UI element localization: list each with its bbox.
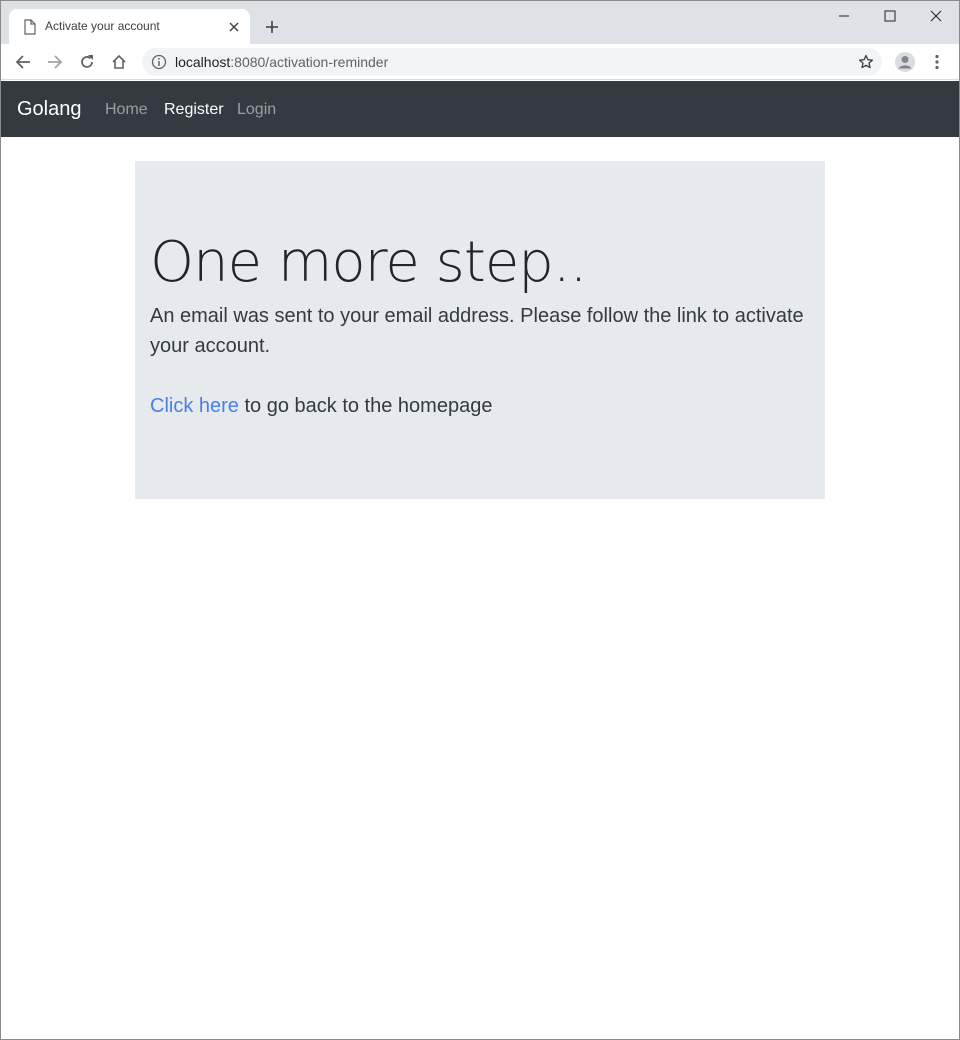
- forward-icon[interactable]: [41, 48, 69, 76]
- browser-toolbar: localhost:8080/activation-reminder: [1, 44, 959, 80]
- site-navbar: Golang Home Register Login: [1, 81, 959, 137]
- site-info-icon[interactable]: [151, 54, 167, 70]
- menu-kebab-icon[interactable]: [923, 48, 951, 76]
- nav-link-home[interactable]: Home: [105, 100, 148, 120]
- tab-strip: Activate your account: [1, 1, 959, 44]
- maximize-icon[interactable]: [867, 1, 913, 31]
- bookmark-star-icon[interactable]: [856, 52, 876, 72]
- page-icon: [23, 19, 37, 35]
- close-tab-icon[interactable]: [226, 19, 242, 35]
- nav-link-login[interactable]: Login: [237, 100, 276, 120]
- navbar-brand[interactable]: Golang: [17, 97, 82, 121]
- browser-tab[interactable]: Activate your account: [9, 9, 250, 44]
- homepage-link[interactable]: Click here: [150, 395, 239, 417]
- new-tab-icon[interactable]: [260, 15, 284, 39]
- nav-link-register[interactable]: Register: [164, 100, 224, 120]
- url-path: :8080/activation-reminder: [230, 54, 389, 70]
- jumbotron: One more step.. An email was sent to you…: [135, 161, 825, 499]
- browser-window: Activate your account localhost:8080/act…: [0, 0, 960, 1040]
- activation-message: An email was sent to your email address.…: [150, 305, 804, 357]
- tab-title: Activate your account: [45, 19, 160, 33]
- homepage-prompt: Click here to go back to the homepage: [150, 391, 815, 421]
- reload-icon[interactable]: [73, 48, 101, 76]
- close-window-icon[interactable]: [913, 1, 959, 31]
- minimize-icon[interactable]: [821, 1, 867, 31]
- url-text[interactable]: localhost:8080/activation-reminder: [175, 54, 388, 70]
- homepage-prompt-text: to go back to the homepage: [238, 395, 493, 417]
- back-icon[interactable]: [9, 48, 37, 76]
- address-bar[interactable]: localhost:8080/activation-reminder: [142, 48, 882, 76]
- window-controls: [821, 1, 959, 31]
- page-heading: One more step..: [150, 230, 587, 295]
- url-host: localhost: [175, 54, 231, 70]
- profile-avatar-icon[interactable]: [891, 48, 919, 76]
- home-icon[interactable]: [105, 48, 133, 76]
